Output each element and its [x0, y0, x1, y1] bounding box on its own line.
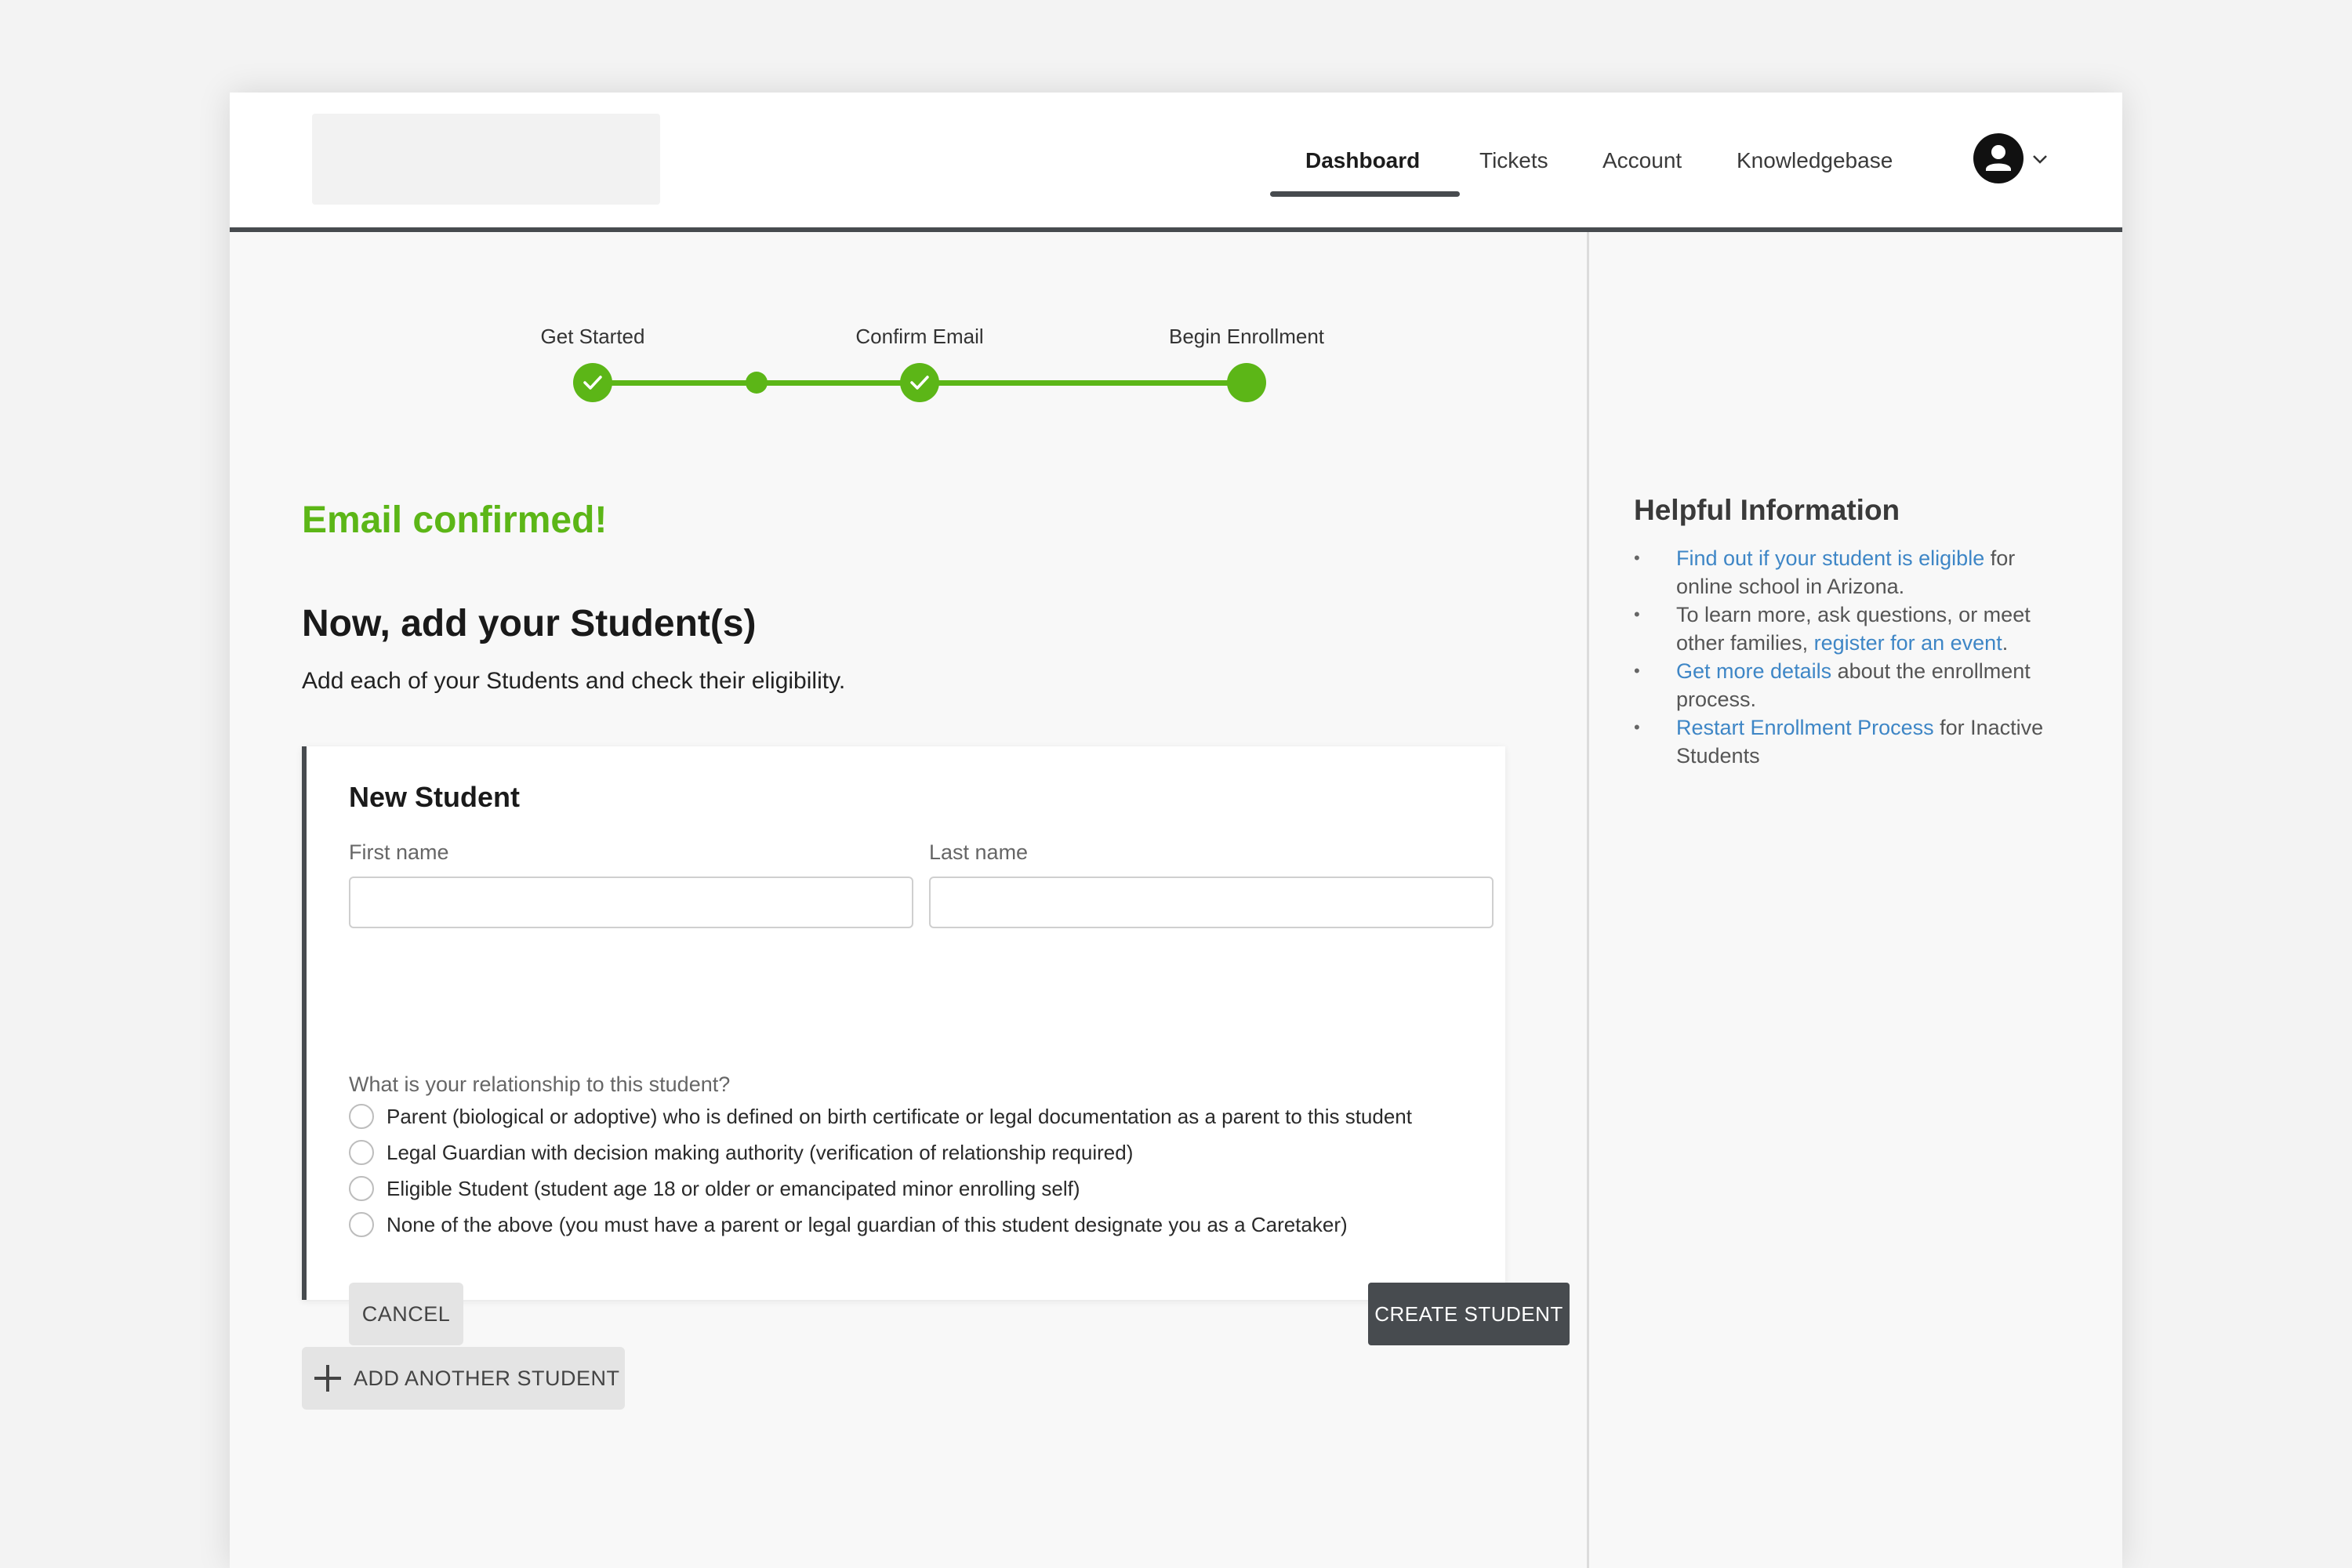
- add-another-student-button[interactable]: ADD ANOTHER STUDENT: [302, 1347, 625, 1410]
- relationship-option-parent[interactable]: Parent (biological or adoptive) who is d…: [349, 1101, 1412, 1132]
- top-header: Dashboard Tickets Account Knowledgebase: [230, 93, 2122, 232]
- page-title: Now, add your Student(s): [302, 603, 757, 644]
- page-subtitle: Add each of your Students and check thei…: [302, 668, 846, 694]
- check-icon: [910, 376, 929, 390]
- create-student-button[interactable]: CREATE STUDENT: [1368, 1283, 1570, 1345]
- helpful-info-list: Find out if your student is eligible for…: [1634, 544, 2073, 770]
- radio-button[interactable]: [349, 1176, 374, 1201]
- helpful-info-item: Get more details about the enrollment pr…: [1634, 657, 2073, 713]
- nav-tickets[interactable]: Tickets: [1479, 141, 1548, 180]
- relationship-question: What is your relationship to this studen…: [349, 1073, 731, 1096]
- user-avatar[interactable]: [1973, 133, 2024, 183]
- relationship-option-none[interactable]: None of the above (you must have a paren…: [349, 1209, 1348, 1240]
- email-confirmed-status: Email confirmed!: [302, 499, 608, 541]
- card-title: New Student: [349, 781, 521, 813]
- add-another-student-label: ADD ANOTHER STUDENT: [354, 1366, 620, 1390]
- helpful-info-item: Restart Enrollment Process for Inactive …: [1634, 713, 2073, 770]
- user-icon: [1986, 145, 2011, 171]
- new-student-card: New Student First name Last name What is…: [302, 746, 1570, 1345]
- radio-button[interactable]: [349, 1104, 374, 1129]
- radio-label: None of the above (you must have a paren…: [387, 1212, 1348, 1236]
- sidebar-divider: [1587, 232, 1589, 1568]
- nav-account[interactable]: Account: [1602, 141, 1682, 180]
- nav-knowledgebase[interactable]: Knowledgebase: [1737, 141, 1893, 180]
- helpful-info-title: Helpful Information: [1634, 494, 1900, 526]
- helpful-info-text: .: [2002, 631, 2009, 655]
- last-name-field[interactable]: [929, 877, 1494, 928]
- eligibility-link[interactable]: Find out if your student is eligible: [1676, 546, 1984, 570]
- step-intermediate-dot: [746, 372, 768, 394]
- logo-placeholder: [312, 114, 660, 205]
- first-name-label: First name: [349, 840, 449, 864]
- step-complete-confirm-email: [900, 363, 939, 402]
- radio-button[interactable]: [349, 1212, 374, 1237]
- step-complete-get-started: [573, 363, 612, 402]
- last-name-label: Last name: [929, 840, 1029, 864]
- relationship-option-guardian[interactable]: Legal Guardian with decision making auth…: [349, 1137, 1133, 1168]
- step-label-confirm-email: Confirm Email: [855, 325, 984, 348]
- step-label-get-started: Get Started: [540, 325, 645, 348]
- chevron-down-icon[interactable]: [2031, 154, 2049, 165]
- helpful-info-item: Find out if your student is eligible for…: [1634, 544, 2073, 601]
- radio-button[interactable]: [349, 1140, 374, 1165]
- step-current-begin-enrollment: [1227, 363, 1266, 402]
- radio-label: Legal Guardian with decision making auth…: [387, 1140, 1134, 1164]
- nav-dashboard[interactable]: Dashboard: [1305, 141, 1420, 180]
- restart-enrollment-link[interactable]: Restart Enrollment Process: [1676, 716, 1934, 739]
- first-name-field[interactable]: [349, 877, 913, 928]
- nav-active-indicator: [1270, 191, 1460, 197]
- app-window: Dashboard Tickets Account Knowledgebase …: [230, 93, 2122, 1568]
- register-event-link[interactable]: register for an event: [1814, 631, 2002, 655]
- radio-label: Eligible Student (student age 18 or olde…: [387, 1176, 1080, 1200]
- radio-label: Parent (biological or adoptive) who is d…: [387, 1104, 1412, 1128]
- relationship-option-eligible-student[interactable]: Eligible Student (student age 18 or olde…: [349, 1173, 1080, 1204]
- plus-icon: [313, 1363, 343, 1393]
- helpful-info-item: To learn more, ask questions, or meet ot…: [1634, 601, 2073, 657]
- more-details-link[interactable]: Get more details: [1676, 659, 1831, 683]
- check-icon: [583, 376, 602, 390]
- cancel-button[interactable]: CANCEL: [349, 1283, 463, 1345]
- step-label-begin-enrollment: Begin Enrollment: [1169, 325, 1324, 348]
